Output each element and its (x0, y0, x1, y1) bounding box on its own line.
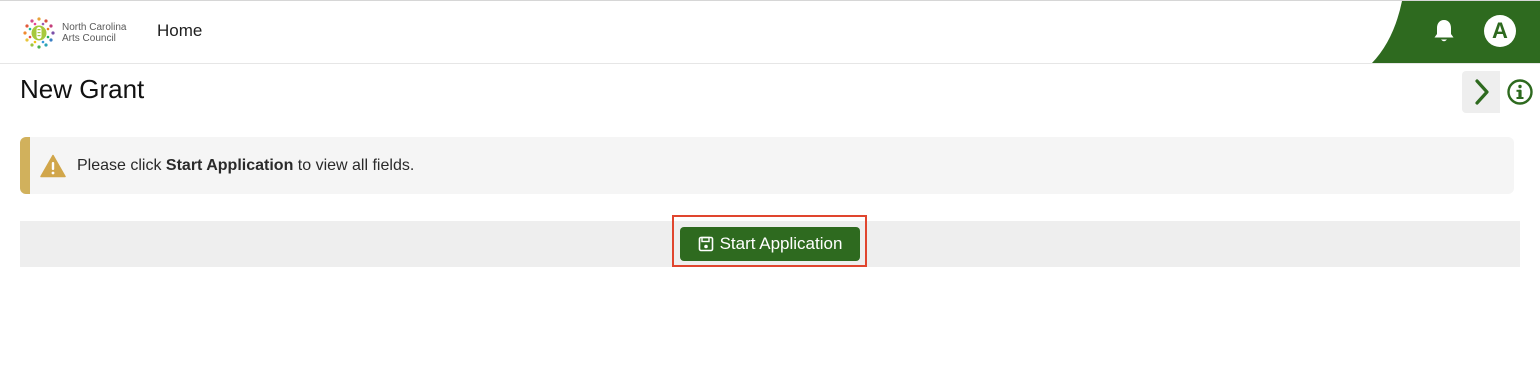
info-alert: Please click Start Application to view a… (20, 137, 1514, 194)
page: North Carolina Arts Council Home A New G… (0, 0, 1540, 373)
logo-line-2: Arts Council (62, 33, 116, 44)
chevron-right-icon (1475, 79, 1489, 105)
logo-icon (23, 17, 55, 49)
nav-home-link[interactable]: Home (157, 21, 202, 41)
start-application-button[interactable]: Start Application (680, 227, 860, 261)
info-circle-icon (1507, 79, 1533, 105)
alert-text-prefix: Please click (77, 156, 166, 174)
alert-message: Please click Start Application to view a… (77, 157, 414, 175)
save-icon (698, 236, 713, 252)
info-button[interactable] (1500, 71, 1540, 113)
alert-text-bold: Start Application (165, 156, 294, 174)
page-title: New Grant (20, 74, 145, 104)
user-avatar[interactable]: A (1484, 15, 1516, 47)
org-logo[interactable]: North Carolina Arts Council (22, 15, 126, 51)
expand-panel-button[interactable] (1466, 74, 1498, 110)
alert-text-suffix: to view all fields. (293, 156, 415, 174)
bell-icon[interactable] (1432, 18, 1456, 44)
logo-text: North Carolina Arts Council (62, 22, 126, 44)
logo-line-1: North Carolina (62, 22, 127, 33)
start-application-label: Start Application (719, 234, 843, 253)
warning-icon (40, 154, 66, 177)
top-header: North Carolina Arts Council Home (0, 0, 1540, 64)
